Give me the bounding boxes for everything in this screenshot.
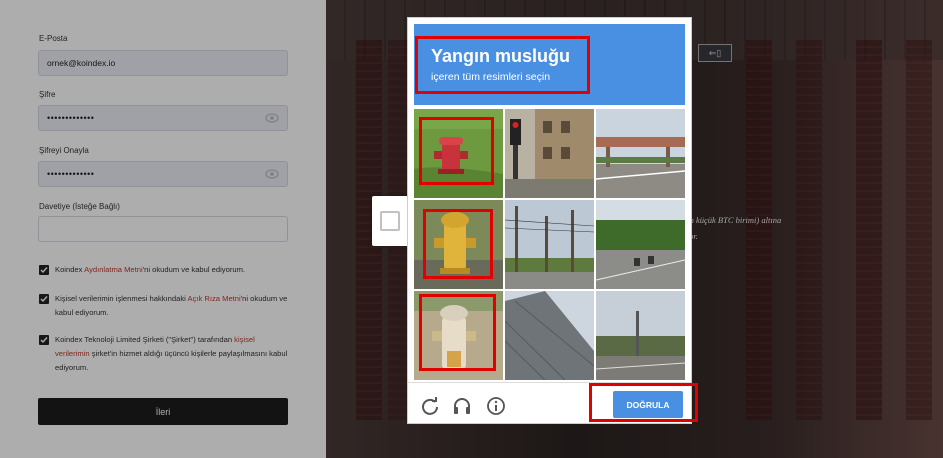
captcha-anchor (372, 196, 412, 246)
captcha-challenge: Yangın musluğu içeren tüm resimleri seçi… (407, 17, 698, 424)
audio-icon[interactable] (452, 396, 472, 416)
title-highlight (415, 36, 590, 94)
tile-highlight (419, 117, 494, 185)
tile-highlight (419, 294, 496, 371)
roof-image (505, 291, 594, 380)
captcha-tile-7[interactable] (414, 291, 503, 380)
highway-overpass-image (596, 109, 685, 198)
verify-highlight (589, 383, 698, 422)
captcha-tile-2[interactable] (505, 109, 594, 198)
road-trees-image (596, 200, 685, 289)
traffic-light-street-image (505, 109, 594, 198)
captcha-checkbox[interactable] (380, 211, 400, 231)
captcha-tile-1[interactable] (414, 109, 503, 198)
tile-highlight (423, 209, 493, 279)
captcha-tile-6[interactable] (596, 200, 685, 289)
captcha-tile-5[interactable] (505, 200, 594, 289)
road-trees-2-image (596, 291, 685, 380)
reload-icon[interactable] (420, 396, 440, 416)
captcha-tile-3[interactable] (596, 109, 685, 198)
captcha-tile-8[interactable] (505, 291, 594, 380)
power-lines-road-image (505, 200, 594, 289)
captcha-tile-4[interactable] (414, 200, 503, 289)
captcha-header: Yangın musluğu içeren tüm resimleri seçi… (414, 24, 685, 105)
captcha-tile-9[interactable] (596, 291, 685, 380)
info-icon[interactable] (486, 396, 506, 416)
